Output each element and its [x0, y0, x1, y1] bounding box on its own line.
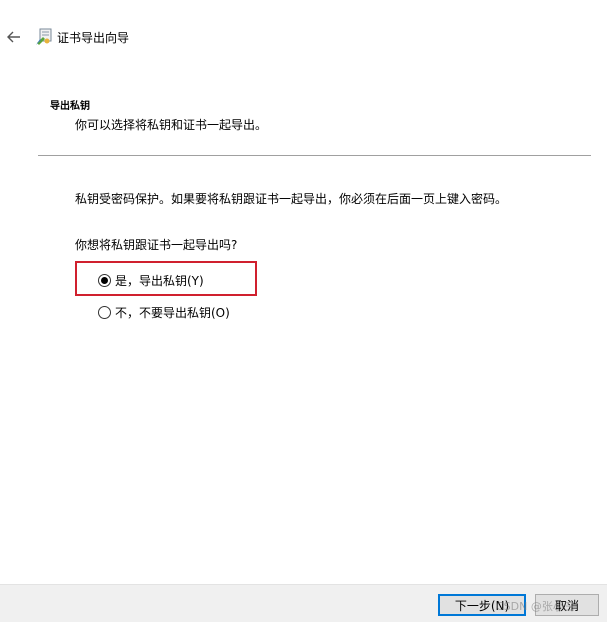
wizard-title: 证书导出向导: [57, 31, 130, 45]
header-divider: [38, 155, 591, 156]
close-button[interactable]: [560, 0, 607, 18]
section-heading: 导出私钥: [50, 101, 90, 112]
back-arrow-icon: [7, 31, 20, 43]
password-info-text: 私钥受密码保护。如果要将私钥跟证书一起导出，你必须在后面一页上键入密码。: [75, 192, 508, 206]
back-button[interactable]: [5, 28, 23, 46]
export-key-no-option[interactable]: 不，不要导出私钥(O): [98, 304, 230, 321]
certificate-wizard-icon: [35, 27, 53, 47]
section-subtitle: 你可以选择将私钥和证书一起导出。: [75, 118, 268, 132]
radio-no[interactable]: [98, 306, 111, 319]
next-button[interactable]: 下一步(N): [438, 594, 526, 616]
radio-yes-label: 是，导出私钥(Y): [115, 274, 204, 288]
wizard-header: 证书导出向导: [0, 22, 607, 52]
certificate-export-wizard: 证书导出向导 导出私钥 你可以选择将私钥和证书一起导出。 私钥受密码保护。如果要…: [0, 0, 607, 622]
wizard-footer: 下一步(N) 取消 CSDN @张小三: [0, 584, 607, 622]
cancel-button[interactable]: 取消: [535, 594, 599, 616]
export-key-yes-option[interactable]: 是，导出私钥(Y): [98, 272, 204, 289]
radio-yes[interactable]: [98, 274, 111, 287]
radio-no-label: 不，不要导出私钥(O): [115, 306, 230, 320]
export-question: 你想将私钥跟证书一起导出吗?: [75, 238, 238, 252]
